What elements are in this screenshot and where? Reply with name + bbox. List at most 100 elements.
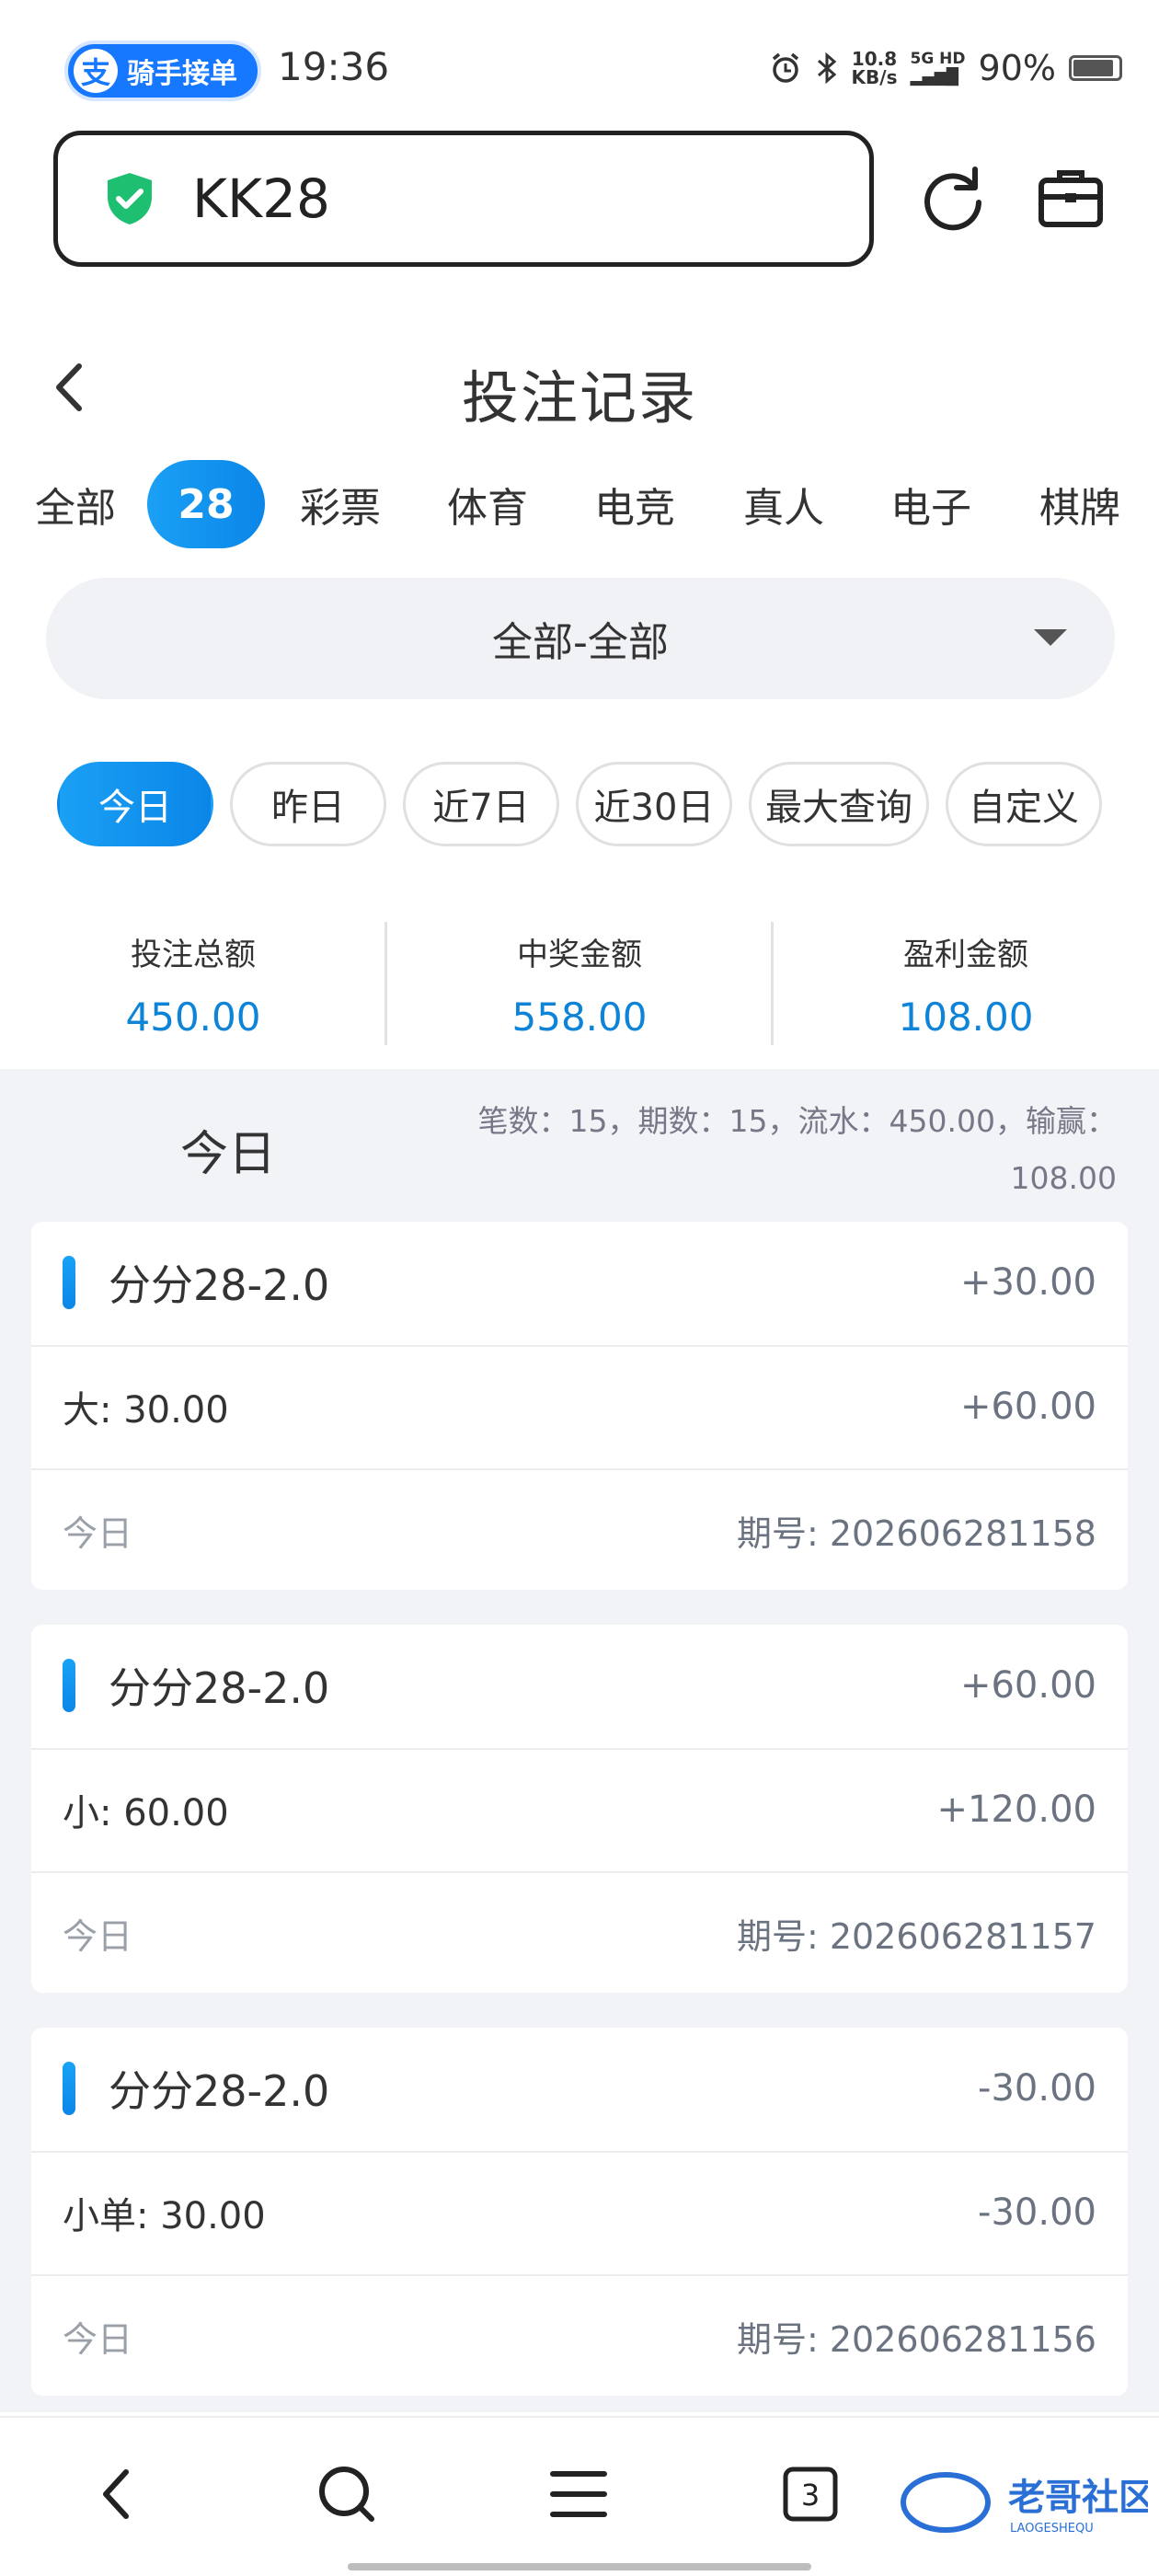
day-group-stats: 笔数：15，期数：15，流水：450.00，输赢： 108.00 [418, 1093, 1117, 1207]
network-speed-value: 10.8 [851, 48, 898, 70]
game-name: 分分28-2.0 [109, 1663, 330, 1713]
card-title-wrap: 分分28-2.0 [63, 1655, 329, 1716]
summary-label: 盈利金额 [903, 937, 1028, 973]
nav-search-button[interactable] [305, 2453, 388, 2536]
payout-amount: +60.00 [959, 1386, 1096, 1428]
filter-value: 全部-全部 [492, 619, 669, 666]
summary-panel: 投注总额 450.00 中奖金额 558.00 盈利金额 108.00 [0, 920, 1159, 1049]
category-tabs: 全部 28 彩票 体育 电竞 真人 电子 棋牌 [0, 460, 1159, 552]
chip-last-7-days[interactable]: 近7日 [403, 762, 559, 846]
card-title-wrap: 分分28-2.0 [63, 1252, 329, 1313]
card-bet-row: 小单: 30.00 -30.00 [31, 2151, 1128, 2272]
tab-sports[interactable]: 体育 [440, 460, 535, 548]
payout-amount: -30.00 [978, 2191, 1096, 2234]
card-bet-row: 大: 30.00 +60.00 [31, 1345, 1128, 1466]
record-date: 今日 [63, 1512, 133, 1554]
day-group-label: 今日 [180, 1127, 277, 1182]
period-number: 期号: 202606281156 [736, 2318, 1096, 2360]
battery-icon [1069, 55, 1122, 81]
tab-all[interactable]: 全部 [28, 460, 123, 548]
card-header-row: 分分28-2.0 +60.00 [31, 1625, 1128, 1746]
game-name: 分分28-2.0 [109, 1260, 330, 1310]
reload-button[interactable] [916, 162, 990, 236]
profit-amount: +60.00 [959, 1664, 1096, 1707]
profit-amount: -30.00 [978, 2067, 1096, 2110]
bet-selection: 小单: 30.00 [63, 2195, 266, 2237]
tabs-count: 3 [801, 2478, 820, 2513]
record-date: 今日 [63, 2318, 133, 2360]
bet-selection: 大: 30.00 [63, 1389, 229, 1432]
nav-tabs-button[interactable]: 3 [769, 2453, 852, 2536]
record-date: 今日 [63, 1915, 133, 1957]
security-shield-icon [108, 173, 152, 224]
address-bar[interactable]: KK28 [53, 131, 874, 267]
profit-amount: +30.00 [959, 1261, 1096, 1304]
period-number: 期号: 202606281158 [736, 1512, 1096, 1554]
toolbox-icon [1039, 170, 1103, 227]
tab-live[interactable]: 真人 [736, 460, 832, 548]
day-stats-line: 笔数：15，期数：15，流水：450.00，输赢： [477, 1103, 1117, 1139]
bet-selection: 小: 60.00 [63, 1792, 229, 1834]
summary-label: 投注总额 [131, 937, 256, 973]
status-time: 19:36 [278, 44, 390, 89]
gesture-home-bar[interactable] [348, 2563, 811, 2570]
alipay-rider-pill[interactable]: 支 骑手接单 [64, 40, 261, 101]
watermark-logo: 老哥社区 LAOGESHEQU [900, 2466, 1155, 2539]
card-header-row: 分分28-2.0 -30.00 [31, 2028, 1128, 2149]
nav-menu-button[interactable] [537, 2453, 620, 2536]
chip-max-query[interactable]: 最大查询 [749, 762, 929, 846]
card-bet-row: 小: 60.00 +120.00 [31, 1748, 1128, 1869]
alipay-pill-label: 骑手接单 [127, 58, 237, 90]
tab-28[interactable]: 28 [147, 460, 265, 548]
chip-custom[interactable]: 自定义 [946, 762, 1102, 846]
signal-bars-icon: ▂▄▆█ [910, 68, 958, 86]
summary-value: 450.00 [125, 995, 261, 1040]
signal-indicator: 5G HD ▂▄▆█ [910, 50, 965, 86]
summary-value: 108.00 [898, 995, 1034, 1040]
network-speed: 10.8 KB/s [852, 50, 898, 86]
bet-record-card[interactable]: 分分28-2.0 +30.00 大: 30.00 +60.00 今日 期号: 2… [31, 1222, 1128, 1590]
battery-percent: 90% [978, 48, 1056, 88]
search-icon [319, 2467, 374, 2522]
bet-record-card[interactable]: 分分28-2.0 +60.00 小: 60.00 +120.00 今日 期号: … [31, 1625, 1128, 1993]
summary-profit: 盈利金额 108.00 [773, 920, 1159, 1040]
accent-bar [63, 2062, 75, 2115]
nav-back-button[interactable] [75, 2453, 158, 2536]
game-name: 分分28-2.0 [109, 2066, 330, 2116]
reload-icon [924, 167, 981, 231]
accent-bar [63, 1256, 75, 1309]
day-stats-line: 108.00 [1010, 1160, 1117, 1196]
tab-lottery[interactable]: 彩票 [293, 460, 388, 548]
card-title-wrap: 分分28-2.0 [63, 2058, 329, 2119]
accent-bar [63, 1659, 75, 1712]
watermark-subtext: LAOGESHEQU [1010, 2522, 1094, 2536]
chip-last-30-days[interactable]: 近30日 [576, 762, 732, 846]
status-bar: 支 骑手接单 19:36 10.8 KB/s 5G HD ▂▄▆█ 90% [0, 0, 1159, 138]
url-text: KK28 [192, 167, 330, 230]
toolbox-button[interactable] [1034, 162, 1107, 236]
alipay-icon: 支 [74, 49, 118, 93]
signal-label: 5G HD [910, 50, 966, 68]
watermark-text: 老哥社区 [1008, 2477, 1148, 2519]
watermark-graphic: 老哥社区 LAOGESHEQU [901, 2472, 1155, 2536]
summary-total-bet: 投注总额 450.00 [0, 920, 386, 1040]
status-indicators: 10.8 KB/s 5G HD ▂▄▆█ 90% [769, 48, 1122, 88]
game-filter-dropdown[interactable]: 全部-全部 [46, 578, 1115, 699]
card-meta-row: 今日 期号: 202606281156 [31, 2274, 1128, 2396]
chip-today[interactable]: 今日 [57, 762, 213, 846]
chip-yesterday[interactable]: 昨日 [230, 762, 386, 846]
network-speed-unit: KB/s [851, 66, 898, 88]
summary-win-amount: 中奖金额 558.00 [386, 920, 773, 1040]
tab-slots[interactable]: 电子 [883, 460, 979, 548]
summary-label: 中奖金额 [517, 937, 642, 973]
summary-value: 558.00 [511, 995, 648, 1040]
menu-icon [550, 2471, 607, 2517]
chevron-left-icon [103, 2469, 129, 2519]
period-number: 期号: 202606281157 [736, 1915, 1096, 1957]
tab-esports[interactable]: 电竞 [587, 460, 683, 548]
battery-fill [1073, 60, 1114, 76]
alarm-icon [772, 52, 798, 83]
tab-chess[interactable]: 棋牌 [1032, 460, 1128, 548]
bet-record-card[interactable]: 分分28-2.0 -30.00 小单: 30.00 -30.00 今日 期号: … [31, 2028, 1128, 2396]
card-meta-row: 今日 期号: 202606281158 [31, 1468, 1128, 1590]
